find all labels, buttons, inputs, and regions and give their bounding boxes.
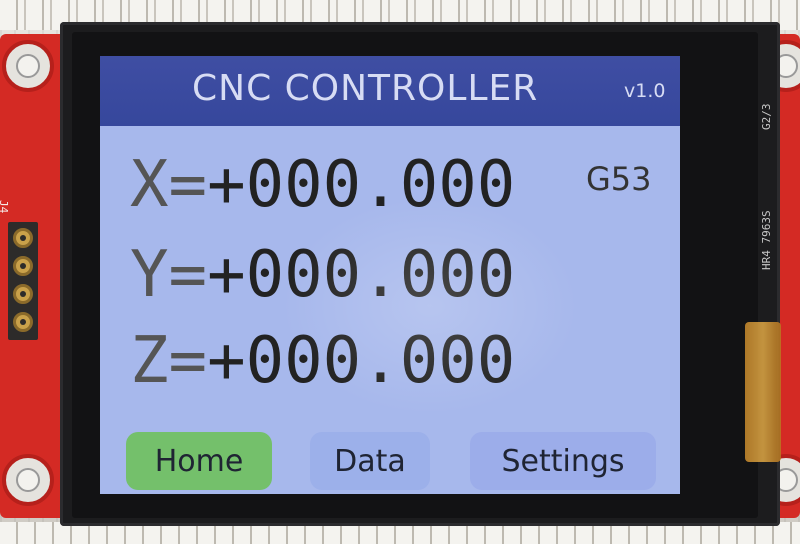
x-coordinate-readout: X=+000.000 xyxy=(130,148,515,222)
lcd-screen: CNC CONTROLLER v1.0 X=+000.000 G53 Y=+00… xyxy=(100,56,680,494)
version-label: v1.0 xyxy=(624,80,666,102)
bezel-label-side: HR4 7963S xyxy=(760,210,773,270)
z-value: +000.000 xyxy=(207,324,516,398)
mount-hole-bottom-left xyxy=(2,454,54,506)
coordinate-system-label: G53 xyxy=(586,160,652,198)
header-pin xyxy=(13,256,33,276)
y-value: +000.000 xyxy=(207,238,516,312)
title-bar: CNC CONTROLLER v1.0 xyxy=(100,56,680,126)
x-value: +000.000 xyxy=(207,148,516,222)
y-coordinate-readout: Y=+000.000 xyxy=(130,238,515,312)
z-coordinate-readout: Z=+000.000 xyxy=(130,324,515,398)
tab-settings[interactable]: Settings xyxy=(470,432,656,490)
bottom-nav: Home Data Settings xyxy=(100,428,680,494)
mount-hole-top-left xyxy=(2,40,54,92)
app-title: CNC CONTROLLER xyxy=(192,68,539,109)
tab-data[interactable]: Data xyxy=(310,432,430,490)
x-axis-label: X= xyxy=(130,148,208,222)
bezel-label-top: G2/3 xyxy=(760,103,773,131)
flex-ribbon-cable xyxy=(745,322,781,462)
pin-header xyxy=(8,222,38,340)
pin-header-label: J4 xyxy=(0,200,10,214)
z-axis-label: Z= xyxy=(130,324,208,398)
header-pin xyxy=(13,312,33,332)
tab-home[interactable]: Home xyxy=(126,432,272,490)
header-pin xyxy=(13,228,33,248)
y-axis-label: Y= xyxy=(130,238,208,312)
header-pin xyxy=(13,284,33,304)
